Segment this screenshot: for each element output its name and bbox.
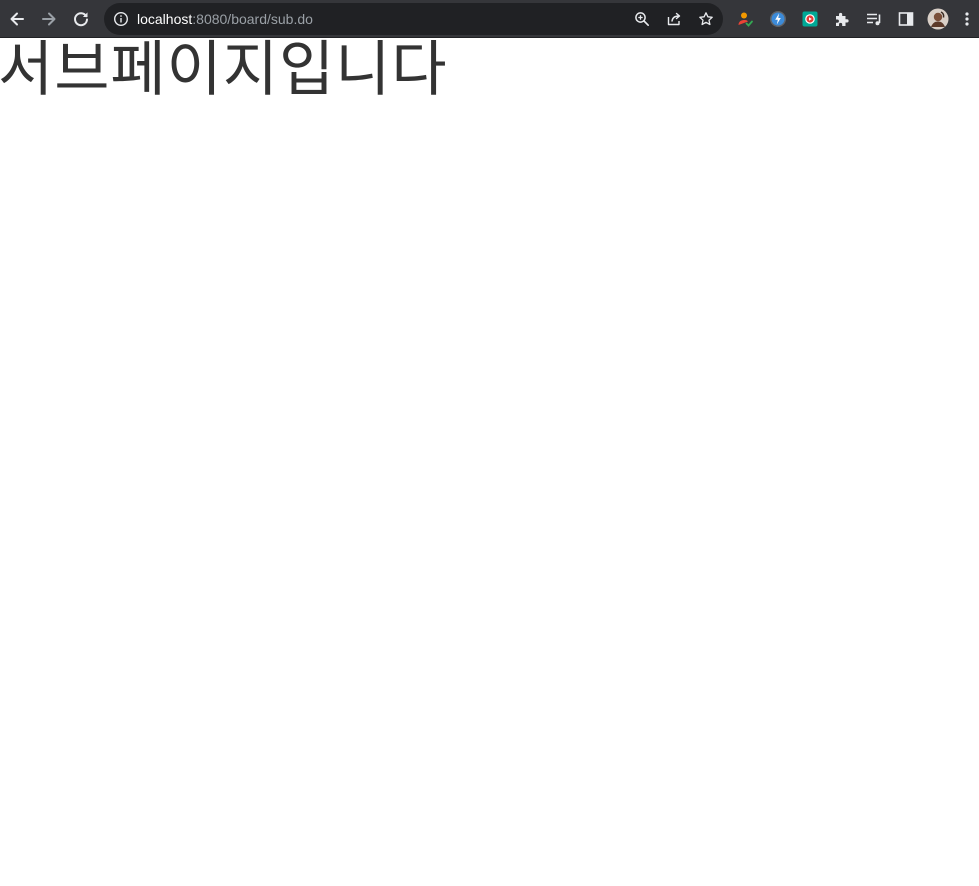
zoom-button[interactable] <box>630 7 654 31</box>
arrow-right-icon <box>42 12 56 26</box>
browser-menu-button[interactable] <box>959 7 975 31</box>
share-icon <box>667 12 681 26</box>
url-host: localhost <box>137 11 193 27</box>
puzzle-icon <box>836 12 849 26</box>
site-info-button[interactable] <box>109 7 133 31</box>
extension-button-3[interactable] <box>798 7 822 31</box>
lightning-icon <box>770 11 786 27</box>
page-content: 서브페이지입니다 <box>0 35 979 886</box>
browser-toolbar: localhost:8080/board/sub.do <box>0 0 979 38</box>
bookmark-button[interactable] <box>694 7 718 31</box>
star-icon <box>699 12 713 26</box>
zoom-icon <box>635 12 649 26</box>
side-panel-icon <box>898 12 914 26</box>
page-title: 서브페이지입니다 <box>0 35 448 105</box>
reload-icon <box>74 12 88 27</box>
media-control-button[interactable] <box>862 7 886 31</box>
extension-button-2[interactable] <box>766 7 790 31</box>
arrow-left-icon <box>10 12 24 26</box>
forward-button[interactable] <box>37 7 61 31</box>
share-button[interactable] <box>662 7 686 31</box>
back-button[interactable] <box>5 7 29 31</box>
side-panel-button[interactable] <box>894 7 918 31</box>
video-play-icon <box>802 11 818 27</box>
person-check-icon <box>738 12 753 27</box>
reload-button[interactable] <box>69 7 93 31</box>
info-icon <box>113 11 129 27</box>
profile-button[interactable] <box>926 7 950 31</box>
kebab-menu-icon <box>965 12 969 26</box>
url-text[interactable]: localhost:8080/board/sub.do <box>137 3 313 35</box>
extension-button-1[interactable] <box>733 7 757 31</box>
avatar <box>927 8 949 30</box>
media-queue-icon <box>867 13 881 26</box>
extensions-button[interactable] <box>830 7 854 31</box>
address-bar[interactable]: localhost:8080/board/sub.do <box>104 3 723 35</box>
url-path: :8080/board/sub.do <box>192 11 313 27</box>
